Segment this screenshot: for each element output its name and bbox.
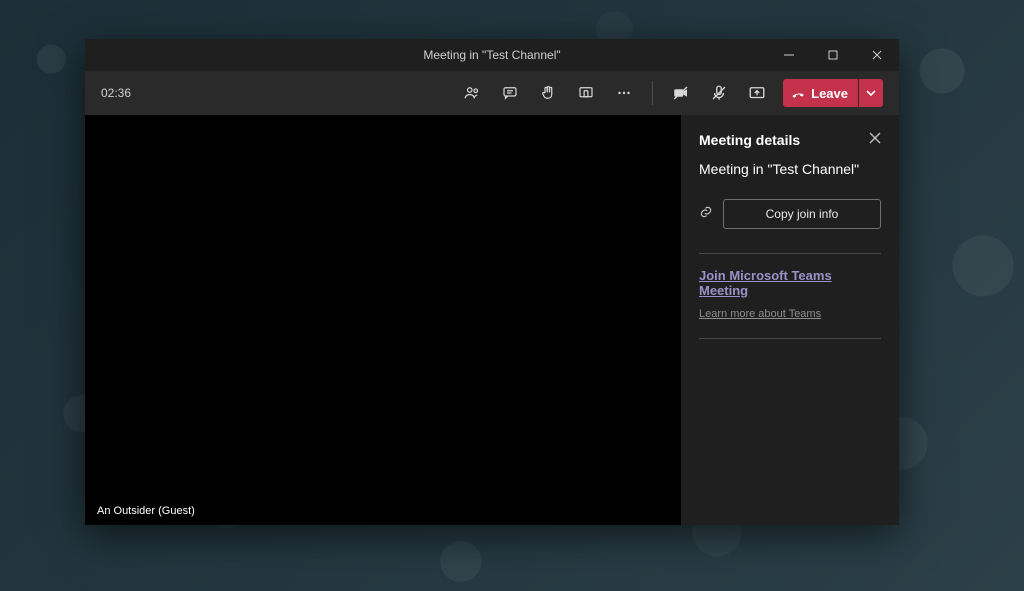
close-window-button[interactable]: [855, 39, 899, 71]
participant-label: An Outsider (Guest): [97, 505, 195, 517]
leave-label: Leave: [811, 86, 848, 101]
divider: [699, 338, 881, 339]
join-meeting-link[interactable]: Join Microsoft Teams Meeting: [699, 268, 881, 298]
raise-hand-button[interactable]: [532, 77, 564, 109]
leave-button-group: Leave: [783, 79, 883, 107]
window-controls: [767, 39, 899, 71]
copy-join-row: Copy join info: [699, 199, 881, 229]
video-stage: An Outsider (Guest): [85, 115, 681, 525]
maximize-icon: [828, 50, 838, 60]
camera-toggle-button[interactable]: [665, 77, 697, 109]
maximize-button[interactable]: [811, 39, 855, 71]
panel-title: Meeting details: [699, 132, 800, 148]
rooms-icon: [577, 84, 595, 102]
more-icon: [615, 84, 633, 102]
meeting-toolbar: 02:36: [85, 71, 899, 115]
minimize-icon: [784, 50, 794, 60]
copy-join-label: Copy join info: [766, 207, 839, 221]
minimize-button[interactable]: [767, 39, 811, 71]
panel-close-button[interactable]: [869, 131, 881, 149]
mic-toggle-button[interactable]: [703, 77, 735, 109]
meeting-window: Meeting in "Test Channel" 02:36: [85, 39, 899, 525]
link-icon: [699, 205, 713, 224]
learn-more-link[interactable]: Learn more about Teams: [699, 308, 881, 320]
share-screen-button[interactable]: [741, 77, 773, 109]
leave-options-button[interactable]: [859, 79, 883, 107]
titlebar: Meeting in "Test Channel": [85, 39, 899, 71]
meeting-name: Meeting in "Test Channel": [699, 161, 881, 177]
panel-header: Meeting details: [699, 131, 881, 149]
close-icon: [869, 132, 881, 144]
close-icon: [872, 50, 882, 60]
share-screen-icon: [748, 84, 766, 102]
divider: [699, 253, 881, 254]
chevron-down-icon: [866, 88, 876, 98]
participants-button[interactable]: [456, 77, 488, 109]
meeting-details-panel: Meeting details Meeting in "Test Channel…: [681, 115, 899, 525]
raise-hand-icon: [539, 84, 557, 102]
hangup-icon: [791, 86, 805, 100]
toolbar-separator: [652, 81, 653, 105]
meeting-body: An Outsider (Guest) Meeting details Meet…: [85, 115, 899, 525]
rooms-button[interactable]: [570, 77, 602, 109]
camera-off-icon: [672, 84, 690, 102]
copy-join-info-button[interactable]: Copy join info: [723, 199, 881, 229]
call-timer: 02:36: [101, 86, 131, 100]
chat-icon: [501, 84, 519, 102]
leave-button[interactable]: Leave: [783, 79, 858, 107]
mic-off-icon: [710, 84, 728, 102]
more-actions-button[interactable]: [608, 77, 640, 109]
participants-icon: [463, 84, 481, 102]
chat-button[interactable]: [494, 77, 526, 109]
